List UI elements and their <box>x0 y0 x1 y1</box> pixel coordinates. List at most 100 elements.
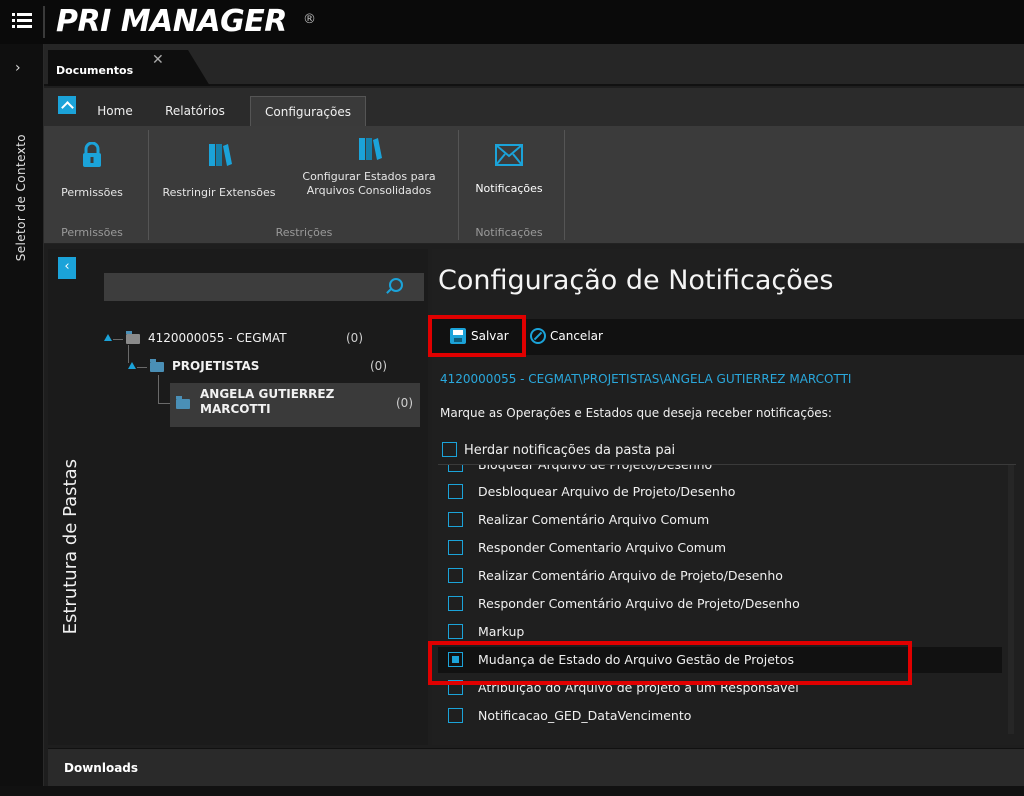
notification-config-panel: Configuração de Notificações Salvar Canc… <box>432 249 1024 745</box>
folder-search-input[interactable] <box>104 273 424 301</box>
group-divider <box>458 130 459 240</box>
operation-checkbox[interactable] <box>448 484 463 499</box>
title-bar: PRI MANAGER ® <box>0 0 1024 44</box>
close-icon[interactable]: ✕ <box>152 52 164 68</box>
envelope-icon <box>495 144 523 166</box>
tree-node-label-line1: ANGELA GUTIERREZ <box>200 387 335 401</box>
folder-path: 4120000055 - CEGMAT\PROJETISTAS\ANGELA G… <box>440 372 852 386</box>
menu-icon[interactable] <box>12 12 32 30</box>
operation-label: Bloquear Arquivo de Projeto/Desenho <box>478 464 713 472</box>
folder-structure-panel: ‹ Estrutura de Pastas 4120000055 - CEGMA… <box>48 249 428 745</box>
notificacoes-button[interactable]: Notificações <box>464 144 554 196</box>
tree-node-cegmat[interactable]: 4120000055 - CEGMAT (0) <box>104 329 420 349</box>
list-item[interactable]: Notificacao_GED_DataVencimento <box>438 703 1002 729</box>
panel-collapse-button[interactable]: ‹ <box>58 257 76 279</box>
configurar-estados-button[interactable]: Configurar Estados para Arquivos Consoli… <box>290 136 448 198</box>
cancel-icon <box>530 328 546 344</box>
save-label: Salvar <box>471 329 509 343</box>
operation-label: Notificacao_GED_DataVencimento <box>478 708 692 723</box>
downloads-label: Downloads <box>64 761 139 775</box>
configurar-estados-label-line2: Arquivos Consolidados <box>306 184 432 197</box>
downloads-bar[interactable]: Downloads <box>48 748 1024 786</box>
folder-panel-title: Estrutura de Pastas <box>60 459 81 635</box>
list-item[interactable]: Responder Comentario Arquivo Comum <box>438 535 1002 561</box>
page-title: Configuração de Notificações <box>438 265 834 296</box>
tree-node-count: (0) <box>346 331 363 345</box>
tab-configuracoes[interactable]: Configurações <box>250 96 366 126</box>
context-selector-strip[interactable]: › Seletor de Contexto <box>0 44 44 796</box>
operation-checkbox[interactable] <box>448 708 463 723</box>
document-tab-bar: Documentos ✕ <box>44 44 1024 86</box>
chevron-right-icon[interactable]: › <box>15 60 21 76</box>
save-icon <box>450 328 466 344</box>
list-item[interactable]: Bloquear Arquivo de Projeto/Desenho <box>438 464 1002 478</box>
operation-label: Atribuição do Arquivo de projeto a um Re… <box>478 680 799 695</box>
tree-connector <box>137 367 147 368</box>
tree-connector <box>158 403 170 404</box>
operation-checkbox[interactable] <box>448 512 463 527</box>
operations-list[interactable]: Bloquear Arquivo de Projeto/Desenho Desb… <box>438 464 1016 734</box>
tab-relatorios[interactable]: Relatórios <box>154 96 236 126</box>
operation-label: Realizar Comentário Arquivo de Projeto/D… <box>478 568 783 583</box>
lock-icon <box>83 141 101 167</box>
operation-checkbox[interactable] <box>448 652 463 667</box>
list-scrollbar[interactable] <box>1008 465 1014 734</box>
bottom-strip <box>0 786 1024 796</box>
tab-documentos[interactable]: Documentos ✕ <box>48 50 188 86</box>
tab-documentos-label: Documentos <box>56 64 134 77</box>
operation-label: Responder Comentário Arquivo de Projeto/… <box>478 596 800 611</box>
cancel-label: Cancelar <box>550 329 603 343</box>
tree-node-label-line2: MARCOTTI <box>200 402 271 416</box>
restringir-extensoes-button[interactable]: Restringir Extensões <box>154 142 284 200</box>
operation-checkbox[interactable] <box>448 568 463 583</box>
group-divider <box>564 130 565 240</box>
list-item[interactable]: Realizar Comentário Arquivo de Projeto/D… <box>438 563 1002 589</box>
folder-icon <box>150 359 164 372</box>
tab-home[interactable]: Home <box>84 96 146 126</box>
list-item[interactable]: Mudança de Estado do Arquivo Gestão de P… <box>438 647 1002 673</box>
books-icon <box>209 144 232 166</box>
list-item[interactable]: Markup <box>438 619 1002 645</box>
restringir-extensoes-label: Restringir Extensões <box>162 186 276 199</box>
permissoes-label: Permissões <box>61 186 123 199</box>
notificacoes-label: Notificações <box>475 182 543 195</box>
ribbon-collapse-button[interactable] <box>58 96 76 114</box>
ribbon-body: Permissões Permissões Restringir Extensõ… <box>44 126 1024 244</box>
tree-node-count: (0) <box>370 359 387 373</box>
tree-node-angela[interactable]: ANGELA GUTIERREZ MARCOTTI (0) <box>170 383 420 427</box>
list-item[interactable]: Realizar Comentário Arquivo Comum <box>438 507 1002 533</box>
title-divider <box>43 6 45 38</box>
books-icon <box>359 138 382 160</box>
tree-node-projetistas[interactable]: PROJETISTAS (0) <box>128 357 420 377</box>
app-title: PRI MANAGER <box>56 4 287 39</box>
list-item[interactable]: Atribuição do Arquivo de projeto a um Re… <box>438 675 1002 701</box>
permissoes-button[interactable]: Permissões <box>52 141 132 200</box>
inherit-checkbox[interactable] <box>442 442 457 457</box>
group-label-permissoes: Permissões <box>61 226 123 239</box>
list-item[interactable]: Desbloquear Arquivo de Projeto/Desenho <box>438 479 1002 505</box>
expanded-arrow-icon[interactable] <box>128 362 136 369</box>
action-toolbar: Salvar Cancelar <box>432 319 1024 355</box>
operation-label: Realizar Comentário Arquivo Comum <box>478 512 710 527</box>
operation-checkbox[interactable] <box>448 596 463 611</box>
tree-connector <box>113 339 123 340</box>
tree-connector <box>158 375 159 403</box>
ribbon-tab-bar: Home Relatórios Configurações <box>44 88 1024 126</box>
operation-label: Responder Comentario Arquivo Comum <box>478 540 726 555</box>
operation-label: Mudança de Estado do Arquivo Gestão de P… <box>478 652 794 667</box>
folder-icon <box>126 331 140 344</box>
registered-mark: ® <box>303 12 316 27</box>
operation-checkbox[interactable] <box>448 540 463 555</box>
expanded-arrow-icon[interactable] <box>104 334 112 341</box>
configurar-estados-label-line1: Configurar Estados para <box>302 170 436 183</box>
operation-checkbox[interactable] <box>448 680 463 695</box>
instructions-text: Marque as Operações e Estados que deseja… <box>440 406 832 420</box>
operation-checkbox[interactable] <box>448 624 463 639</box>
operation-label: Desbloquear Arquivo de Projeto/Desenho <box>478 484 736 499</box>
context-selector-label[interactable]: Seletor de Contexto <box>14 134 28 261</box>
operation-checkbox[interactable] <box>448 465 463 472</box>
search-icon[interactable] <box>389 278 403 292</box>
list-item[interactable]: Responder Comentário Arquivo de Projeto/… <box>438 591 1002 617</box>
group-label-restricoes: Restrições <box>275 226 333 239</box>
operation-label: Markup <box>478 624 525 639</box>
